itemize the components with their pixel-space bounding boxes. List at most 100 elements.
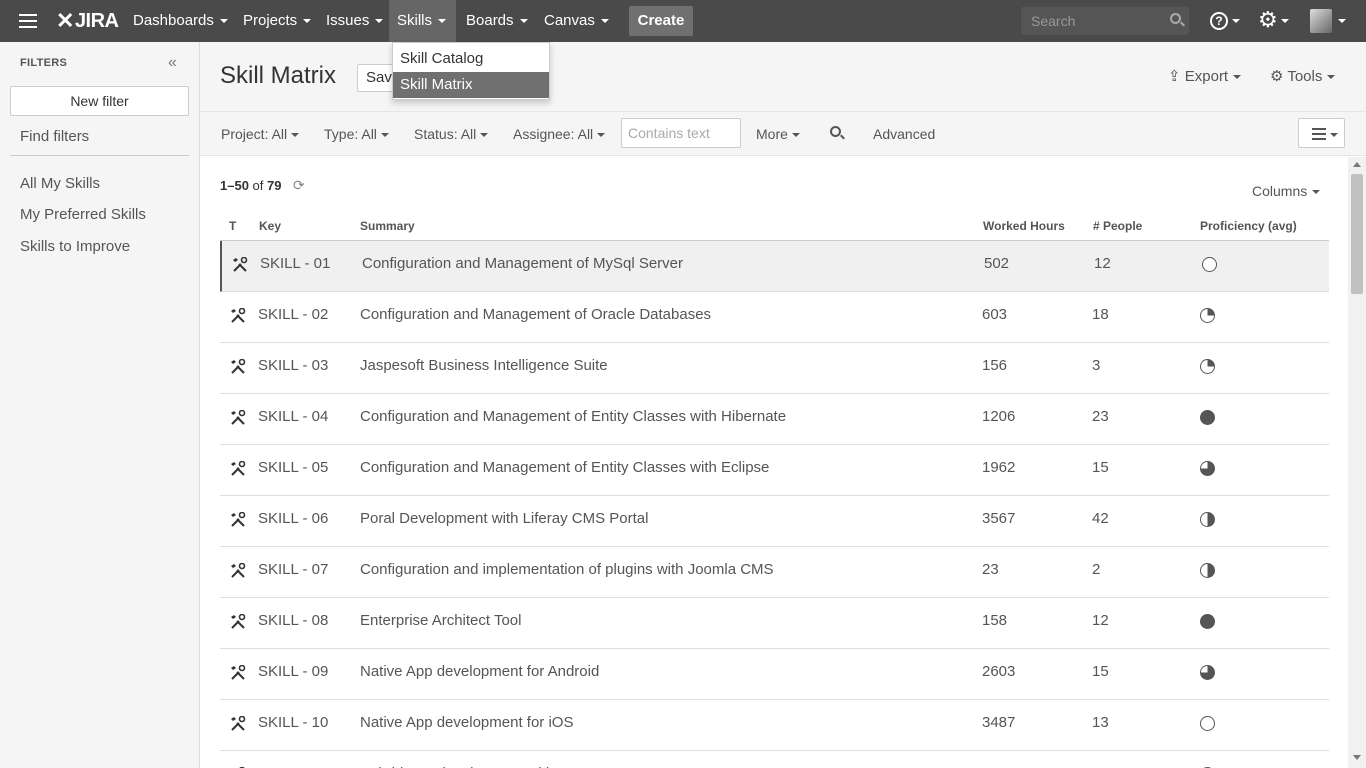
assignee-filter[interactable]: Assignee: All [513,126,606,142]
table-row[interactable]: SKILL - 01 Configuration and Management o… [220,241,1329,292]
col-proficiency[interactable]: Proficiency (avg) [1200,219,1297,233]
scrollbar[interactable] [1348,157,1366,768]
skill-type-icon [230,562,246,579]
text-search-input[interactable]: Contains text [621,118,741,148]
skill-key[interactable]: SKILL - 02 [258,306,328,323]
new-filter-button[interactable]: New filter [10,86,189,116]
help-icon[interactable]: ? [1210,12,1228,30]
results-count: 1–50 of 79 [220,178,282,193]
worked-hours: 1962 [982,459,1016,476]
nav-issues[interactable]: Issues [318,0,391,42]
menu-icon[interactable] [19,14,37,28]
table-row[interactable]: SKILL - 04 Configuration and Management o… [220,394,1329,445]
skill-key[interactable]: SKILL - 06 [258,510,328,527]
list-icon [1312,128,1326,143]
table-row[interactable]: SKILL - 10 Native App development for iOS… [220,700,1329,751]
skill-type-icon [230,358,246,375]
skill-summary[interactable]: Poral Development with Liferay CMS Porta… [360,510,648,527]
menu-item-skill-catalog[interactable]: Skill Catalog [393,46,549,72]
type-filter[interactable]: Type: All [324,126,389,142]
people-count: 12 [1094,255,1111,272]
view-options-button[interactable] [1298,118,1345,148]
search-input[interactable]: Search [1021,7,1189,35]
refresh-icon[interactable]: ⟳ [293,177,305,194]
people-count: 42 [1092,510,1109,527]
nav-boards[interactable]: Boards [458,0,536,42]
table-row[interactable]: SKILL - 03 Jaspesoft Business Intelligenc… [220,343,1329,394]
skill-key[interactable]: SKILL - 08 [258,612,328,629]
nav-canvas[interactable]: Canvas [536,0,617,42]
search-icon[interactable] [830,126,841,137]
col-summary[interactable]: Summary [360,219,415,233]
avatar-caret-icon [1338,19,1346,23]
skill-summary[interactable]: Jaspesoft Business Intelligence Suite [360,357,608,374]
skill-key[interactable]: SKILL - 09 [258,663,328,680]
people-count: 23 [1092,408,1109,425]
proficiency-icon [1202,257,1217,272]
skill-summary[interactable]: Configuration and Management of Entity C… [360,459,769,476]
skill-summary[interactable]: Configuration and implementation of plug… [360,561,774,578]
table-row[interactable]: SKILL - 11Hybrid App development with HT… [220,751,1329,768]
people-count: 3 [1092,357,1101,374]
sidebar-item-all-my-skills[interactable]: All My Skills [20,175,100,192]
table-row[interactable]: SKILL - 09 Native App development for And… [220,649,1329,700]
more-filter[interactable]: More [756,126,800,142]
skill-key[interactable]: SKILL - 04 [258,408,328,425]
proficiency-icon [1200,359,1215,374]
menu-item-skill-matrix[interactable]: Skill Matrix [393,72,549,98]
top-navigation-bar: ✕ JIRA Dashboards Projects Issues Skills … [0,0,1366,42]
skill-summary[interactable]: Configuration and Management of Entity C… [360,408,786,425]
find-filters-link[interactable]: Find filters [20,128,89,145]
skill-summary[interactable]: Native App development for Android [360,663,599,680]
export-button[interactable]: ⇪ Export [1168,67,1242,85]
col-type[interactable]: T [229,219,236,233]
sidebar-item-my-preferred-skills[interactable]: My Preferred Skills [20,206,146,223]
nav-projects[interactable]: Projects [235,0,319,42]
collapse-sidebar-icon[interactable]: « [168,54,177,72]
skill-summary[interactable]: Configuration and Management of MySql Se… [362,255,683,272]
table-row[interactable]: SKILL - 06 Poral Development with Liferay… [220,496,1329,547]
proficiency-icon [1200,614,1215,629]
tools-button[interactable]: ⚙ Tools [1270,67,1336,85]
nav-skills[interactable]: Skills [389,0,456,42]
col-worked-hours[interactable]: Worked Hours [983,219,1065,233]
table-row[interactable]: SKILL - 08 Enterprise Architect Tool 158 12 [220,598,1329,649]
nav-dashboards[interactable]: Dashboards [125,0,236,42]
col-key[interactable]: Key [259,219,281,233]
worked-hours: 603 [982,306,1008,323]
proficiency-icon [1200,410,1215,425]
gear-icon[interactable]: ⚙ [1258,7,1278,32]
columns-button[interactable]: Columns [1252,183,1321,199]
jira-logo[interactable]: ✕ JIRA [56,8,119,33]
project-filter[interactable]: Project: All [221,126,300,142]
status-filter[interactable]: Status: All [414,126,489,142]
skill-key[interactable]: SKILL - 03 [258,357,328,374]
worked-hours: 156 [982,357,1008,374]
skill-key[interactable]: SKILL - 01 [260,255,330,272]
avatar[interactable] [1310,9,1332,33]
people-count: 13 [1092,714,1109,731]
gear-caret-icon [1281,19,1289,23]
skill-key[interactable]: SKILL - 10 [258,714,328,731]
table-row[interactable]: SKILL - 07 Configuration and implementati… [220,547,1329,598]
people-count: 15 [1092,663,1109,680]
skill-summary[interactable]: Enterprise Architect Tool [360,612,521,629]
skill-type-icon [230,511,246,528]
table-row[interactable]: SKILL - 02 Configuration and Management o… [220,292,1329,343]
save-as-button[interactable]: Save as [357,64,397,92]
skill-key[interactable]: SKILL - 07 [258,561,328,578]
advanced-link[interactable]: Advanced [873,126,935,142]
table-row[interactable]: SKILL - 05 Configuration and Management o… [220,445,1329,496]
proficiency-icon [1200,461,1215,476]
filters-sidebar: FILTERS « New filter Find filters All My… [0,42,200,768]
skills-menu: Skill Catalog Skill Matrix [392,42,550,100]
skill-key[interactable]: SKILL - 05 [258,459,328,476]
skill-summary[interactable]: Native App development for iOS [360,714,573,731]
create-button[interactable]: Create [629,6,693,36]
skill-summary[interactable]: Configuration and Management of Oracle D… [360,306,711,323]
sidebar-item-skills-to-improve[interactable]: Skills to Improve [20,238,130,255]
col-people[interactable]: # People [1093,219,1142,233]
skill-type-icon [230,664,246,681]
proficiency-icon [1200,308,1215,323]
worked-hours: 2603 [982,663,1016,680]
